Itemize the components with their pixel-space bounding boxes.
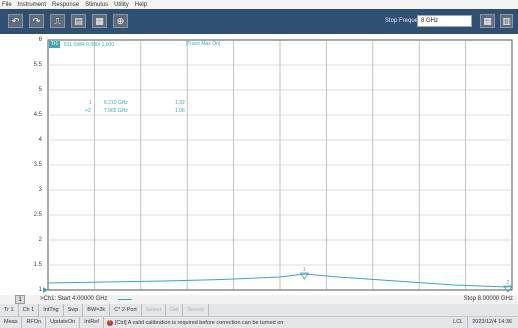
channel-number[interactable]: 1 [15, 295, 25, 304]
marker-2-value: 1.06 [175, 108, 185, 114]
y-tick-label: 4.5 [33, 111, 42, 118]
swr-data-point [163, 280, 165, 282]
swr-data-point [221, 279, 223, 280]
status-rf-on[interactable]: RFOn [22, 317, 47, 328]
y-tick-label: 4 [38, 136, 42, 143]
y-tick-label: 3.5 [33, 161, 42, 168]
calibration-message: ! [Ctrl] A valid calibration is required… [106, 319, 284, 326]
stop-frequency: Stop 8.00000 GHz [463, 296, 513, 302]
bottom-status-bar: Meas RFOn UpdateOn IntRef ! [Ctrl] A val… [0, 316, 518, 328]
tab-trace[interactable]: Tr 1 [0, 304, 19, 316]
status-update-on[interactable]: UpdateOn [46, 317, 81, 328]
status-datetime: 2023/12/4 14:36 [472, 319, 512, 325]
swr-data-point [105, 281, 107, 283]
status-int-ref[interactable]: IntRef [80, 317, 104, 328]
y-tick-label: 1 [38, 286, 42, 293]
marker-2-freq: 7.965 GHz [104, 108, 128, 114]
y-tick-label: 5.5 [33, 61, 42, 68]
tab-select[interactable]: Select [142, 304, 167, 316]
softkey-tabs: Tr 1 Ch 1 IntTrig Swp BW=2k C* 2-Port Se… [0, 304, 518, 316]
trace-number: Tr1 [49, 41, 61, 48]
tab-channel[interactable]: Ch 1 [19, 304, 40, 316]
swr-chart: 12 [43, 39, 513, 293]
tab-sweep[interactable]: Swp [64, 304, 84, 316]
status-meas[interactable]: Meas [0, 317, 23, 328]
trace-legend-line [118, 299, 132, 300]
marker-1-value: 1.32 [175, 100, 185, 106]
swr-data-point [337, 276, 339, 278]
y-tick-label: 6 [38, 36, 42, 43]
status-lcl: LCL [449, 317, 469, 328]
swr-data-point [395, 280, 397, 282]
trace-description: S11 SWR 0.500/ 1.000 [63, 41, 115, 48]
y-tick-label: 3 [38, 186, 42, 193]
y-tick-label: 1.5 [33, 261, 42, 268]
channel-status-bar: 1 >Ch1: Start 4.00000 GHz Stop 8.00000 G… [0, 295, 518, 304]
tab-sweep-extra[interactable]: Sweep [183, 304, 210, 316]
tab-bandwidth[interactable]: BW=2k [83, 304, 111, 316]
marker-2-num: >2 [85, 108, 91, 114]
swr-data-point [279, 276, 281, 278]
swr-data-point [507, 286, 509, 288]
tab-calibration[interactable]: C* 2-Port [110, 304, 142, 316]
trace-label[interactable]: Tr1 S11 SWR 0.500/ 1.000 [49, 41, 114, 48]
y-tick-label: 5 [38, 86, 42, 93]
trace-max-indicator: [Trace Max On] [186, 41, 221, 47]
start-frequency: >Ch1: Start 4.00000 GHz [40, 296, 108, 302]
swr-data-point [47, 282, 49, 284]
marker-label: 1 [303, 267, 306, 273]
marker-1-freq: 6.210 GHz [104, 100, 128, 106]
marker-label: 2 [506, 280, 509, 286]
tab-trigger[interactable]: IntTrig [39, 304, 64, 316]
marker-1-num: 1 [89, 100, 92, 106]
y-tick-label: 2 [38, 236, 42, 243]
tab-delete[interactable]: Del [166, 304, 184, 316]
calibration-message-text: [Ctrl] A valid calibration is required b… [114, 319, 284, 326]
y-tick-label: 2.5 [33, 211, 42, 218]
error-icon: ! [106, 319, 113, 326]
reference-arrow [43, 287, 48, 293]
swr-data-point [453, 284, 455, 286]
swr-data-point [303, 273, 305, 275]
